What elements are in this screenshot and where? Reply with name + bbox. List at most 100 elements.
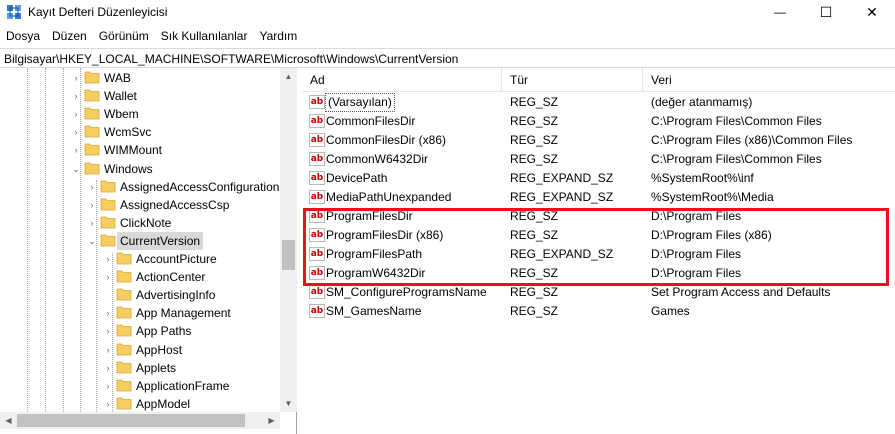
tree-node[interactable]: › WcmSvc bbox=[0, 123, 280, 141]
tree-node[interactable]: › AssignedAccessCsp bbox=[0, 196, 280, 214]
folder-icon bbox=[100, 215, 116, 229]
tree-node-label[interactable]: ActionCenter bbox=[133, 268, 208, 286]
tree-node-label[interactable]: AssignedAccessConfiguration bbox=[117, 178, 282, 196]
column-header-name[interactable]: Ad bbox=[302, 68, 502, 92]
menu-view[interactable]: Görünüm bbox=[93, 26, 155, 46]
value-type: REG_EXPAND_SZ bbox=[510, 190, 614, 204]
tree-node[interactable]: › WIMMount bbox=[0, 141, 280, 159]
folder-icon bbox=[84, 124, 100, 138]
value-row[interactable]: ab SM_GamesName REG_SZ Games bbox=[302, 302, 895, 321]
scroll-up-icon[interactable]: ▲ bbox=[280, 68, 297, 85]
value-name: SM_GamesName bbox=[326, 304, 422, 318]
folder-icon bbox=[100, 197, 116, 211]
tree-node-label[interactable]: Applets bbox=[133, 359, 179, 377]
value-type: REG_SZ bbox=[510, 95, 559, 109]
menu-help[interactable]: Yardım bbox=[253, 26, 303, 46]
string-value-icon: ab bbox=[309, 95, 325, 109]
tree-node-label[interactable]: ClickNote bbox=[117, 214, 174, 232]
tree-node[interactable]: › WAB bbox=[0, 69, 280, 87]
tree-node[interactable]: › AssignedAccessConfiguration bbox=[0, 178, 280, 196]
folder-icon bbox=[100, 179, 116, 193]
value-data: (değer atanmamış) bbox=[651, 95, 753, 109]
maximize-icon: ☐ bbox=[819, 3, 833, 20]
tree-node-label[interactable]: App Management bbox=[133, 304, 234, 322]
value-row[interactable]: ab DevicePath REG_EXPAND_SZ %SystemRoot%\in… bbox=[302, 169, 895, 188]
tree-node-label[interactable]: AssignedAccessCsp bbox=[117, 196, 232, 214]
tree-node[interactable]: › App Management bbox=[0, 304, 280, 322]
tree-node-label[interactable]: AdvertisingInfo bbox=[133, 286, 218, 304]
tree-node-label[interactable]: CurrentVersion bbox=[117, 231, 204, 250]
tree-node-label[interactable]: AppModel bbox=[133, 395, 193, 413]
value-row[interactable]: ab MediaPathUnexpanded REG_EXPAND_SZ %Syste… bbox=[302, 188, 895, 207]
tree-node[interactable]: › ClickNote bbox=[0, 214, 280, 232]
tree-node[interactable]: › AppModel bbox=[0, 395, 280, 413]
tree-node-label[interactable]: WAB bbox=[101, 69, 134, 87]
folder-icon bbox=[116, 323, 132, 337]
tree-horizontal-scrollbar[interactable]: ◀ ▶ bbox=[0, 412, 280, 429]
string-value-icon: ab bbox=[309, 190, 325, 204]
column-header-type[interactable]: Tür bbox=[502, 68, 643, 92]
tree-node[interactable]: › AccountPicture bbox=[0, 250, 280, 268]
menu-favorites[interactable]: Sık Kullanılanlar bbox=[155, 26, 254, 46]
tree-guide-line bbox=[45, 68, 46, 412]
address-bar[interactable]: Bilgisayar\HKEY_LOCAL_MACHINE\SOFTWARE\M… bbox=[0, 48, 895, 68]
folder-icon bbox=[84, 88, 100, 102]
string-value-icon: ab bbox=[309, 285, 325, 299]
menu-edit[interactable]: Düzen bbox=[46, 26, 93, 46]
value-data: Games bbox=[651, 304, 690, 318]
registry-editor-icon bbox=[6, 4, 22, 20]
menu-bar: Dosya Düzen Görünüm Sık Kullanılanlar Ya… bbox=[0, 26, 303, 46]
string-value-icon: ab bbox=[309, 133, 325, 147]
column-header-data[interactable]: Veri bbox=[643, 68, 895, 92]
minimize-button[interactable]: — bbox=[757, 0, 803, 24]
tree-guide-line bbox=[27, 68, 28, 412]
tree-node[interactable]: › ActionCenter bbox=[0, 268, 280, 286]
value-type: REG_SZ bbox=[510, 114, 559, 128]
tree-node-label[interactable]: AppHost bbox=[133, 341, 185, 359]
title-bar: Kayıt Defteri Düzenleyicisi — ☐ ✕ bbox=[0, 0, 895, 24]
tree-vertical-scrollbar[interactable]: ▲ ▼ bbox=[280, 68, 297, 412]
value-type: REG_SZ bbox=[510, 304, 559, 318]
tree-node-label[interactable]: ApplicationFrame bbox=[133, 377, 232, 395]
value-row[interactable]: ab CommonW6432Dir REG_SZ C:\Program Files\C… bbox=[302, 150, 895, 169]
value-type: REG_SZ bbox=[510, 133, 559, 147]
tree-node[interactable]: › AppHost bbox=[0, 341, 280, 359]
tree-node-label[interactable]: WcmSvc bbox=[101, 123, 154, 141]
tree-node-label[interactable]: Wallet bbox=[101, 87, 140, 105]
folder-icon bbox=[116, 251, 132, 265]
value-name: MediaPathUnexpanded bbox=[326, 190, 452, 204]
tree-node[interactable]: ⌄ Windows bbox=[0, 160, 280, 178]
tree-node[interactable]: › Wbem bbox=[0, 105, 280, 123]
scroll-right-icon[interactable]: ▶ bbox=[263, 412, 280, 429]
tree-node-label[interactable]: AccountPicture bbox=[133, 250, 220, 268]
value-type: REG_EXPAND_SZ bbox=[510, 171, 614, 185]
tree-guide-line bbox=[112, 253, 113, 412]
close-button[interactable]: ✕ bbox=[849, 0, 895, 24]
scroll-left-icon[interactable]: ◀ bbox=[0, 412, 17, 429]
value-row[interactable]: ab CommonFilesDir REG_SZ C:\Program Files\C… bbox=[302, 112, 895, 131]
folder-icon bbox=[116, 305, 132, 319]
tree-guide-line bbox=[80, 68, 81, 412]
string-value-icon: ab bbox=[309, 304, 325, 318]
folder-icon bbox=[116, 378, 132, 392]
tree-node[interactable]: ⌄ CurrentVersion bbox=[0, 231, 280, 250]
folder-icon bbox=[116, 342, 132, 356]
tree-node[interactable]: › Wallet bbox=[0, 87, 280, 105]
highlight-annotation bbox=[303, 208, 889, 286]
tree-node-label[interactable]: Windows bbox=[101, 160, 156, 178]
value-row[interactable]: ab (Varsayılan) REG_SZ (değer atanmamış) bbox=[302, 93, 895, 112]
tree-node[interactable]: AdvertisingInfo bbox=[0, 286, 280, 304]
tree-node[interactable]: › App Paths bbox=[0, 322, 280, 340]
scroll-down-icon[interactable]: ▼ bbox=[280, 395, 297, 412]
tree-node-label[interactable]: App Paths bbox=[133, 322, 194, 340]
tree-node-label[interactable]: WIMMount bbox=[101, 141, 165, 159]
tree-vertical-scroll-thumb[interactable] bbox=[282, 240, 295, 270]
tree-horizontal-scroll-thumb[interactable] bbox=[17, 414, 245, 427]
maximize-button[interactable]: ☐ bbox=[803, 0, 849, 24]
menu-file[interactable]: Dosya bbox=[0, 26, 46, 46]
folder-icon bbox=[84, 142, 100, 156]
tree-node[interactable]: › ApplicationFrame bbox=[0, 377, 280, 395]
value-row[interactable]: ab CommonFilesDir (x86) REG_SZ C:\Program F… bbox=[302, 131, 895, 150]
tree-node[interactable]: › Applets bbox=[0, 359, 280, 377]
tree-node-label[interactable]: Wbem bbox=[101, 105, 142, 123]
